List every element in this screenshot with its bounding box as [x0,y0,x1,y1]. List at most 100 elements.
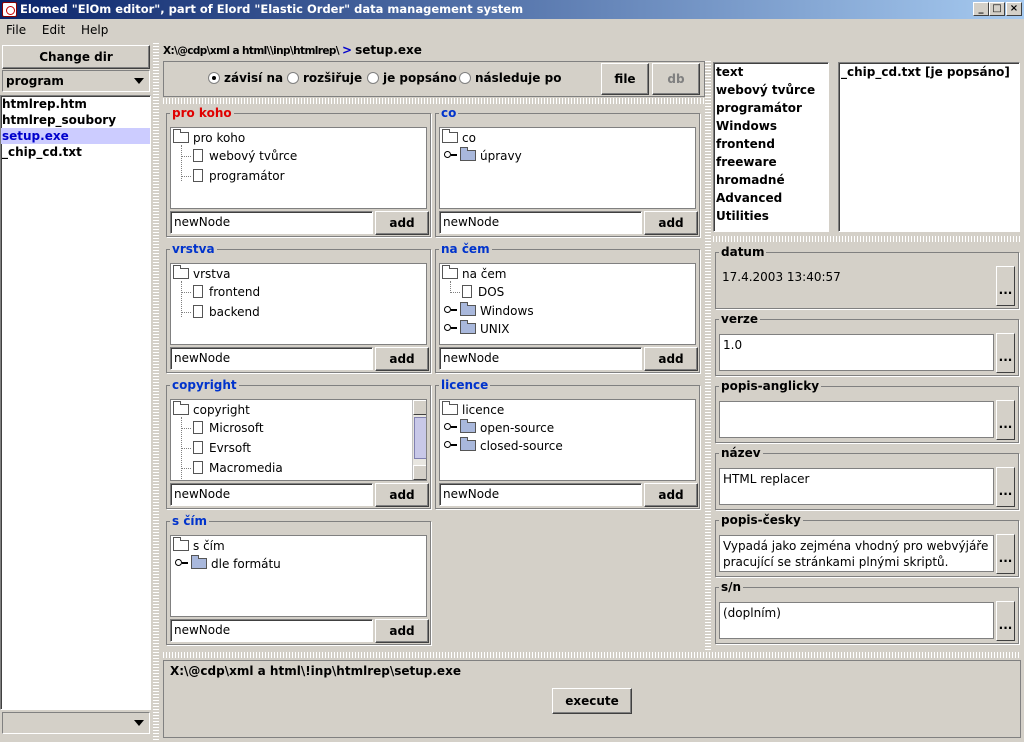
add-button[interactable]: add [375,619,429,643]
tag-item[interactable]: text [714,63,828,81]
edit-button[interactable]: ... [996,467,1015,507]
edit-button[interactable]: ... [996,601,1015,641]
tree-root[interactable]: co [442,129,476,147]
left-splitter[interactable] [153,42,159,740]
tag-item[interactable]: webový tvůrce [714,81,828,99]
expand-key-icon[interactable] [444,151,457,159]
tree-root[interactable]: na čem [442,265,506,283]
category-combo[interactable]: program [2,70,150,92]
tree[interactable]: licence open-source closed-source [439,399,696,481]
new-node-input[interactable]: newNode [170,347,373,370]
execute-button[interactable]: execute [552,688,632,714]
add-button[interactable]: add [375,211,429,235]
relation-splitter[interactable] [163,98,705,104]
tree-node[interactable]: open-source [444,419,554,437]
expand-key-icon[interactable] [444,423,457,431]
tree-node[interactable]: DOS [462,283,504,301]
right-splitter[interactable] [713,236,1021,242]
file-item-chip-cd[interactable]: _chip_cd.txt [1,144,150,160]
add-button[interactable]: add [375,483,429,507]
field-value[interactable] [719,401,994,438]
tree[interactable]: na čem DOS Windows UNIX [439,263,696,345]
tree-node[interactable]: UNIX [444,320,510,338]
tree-root[interactable]: copyright [173,401,250,419]
new-node-input[interactable]: newNode [170,483,373,506]
bottom-combo[interactable] [2,712,150,734]
field-value[interactable]: 1.0 [719,334,994,371]
tree-root[interactable]: s čím [173,537,225,555]
menu-edit[interactable]: Edit [36,19,71,41]
new-node-input[interactable]: newNode [439,483,642,506]
tree[interactable]: s čím dle formátu [170,535,427,617]
menu-file[interactable]: File [0,19,32,41]
radio-icon[interactable] [208,72,220,84]
tag-item[interactable]: hromadné [714,171,828,189]
add-button[interactable]: add [644,211,698,235]
new-node-input[interactable]: newNode [170,211,373,234]
radio-icon[interactable] [459,72,471,84]
new-node-input[interactable]: newNode [439,347,642,370]
radio-je-popsano[interactable]: je popsáno [367,71,457,85]
file-item-setup-exe[interactable]: setup.exe [1,128,150,144]
tag-item[interactable]: Advanced Utilities [714,189,828,223]
tree-node[interactable]: backend [193,303,260,321]
tree-node[interactable]: Windows [444,302,534,320]
add-button[interactable]: add [375,347,429,371]
vertical-scrollbar[interactable] [412,400,426,480]
tree-node[interactable]: Microsoft [193,419,264,437]
edit-button[interactable]: ... [996,400,1015,440]
radio-icon[interactable] [367,72,379,84]
tree-node[interactable]: frontend [193,283,260,301]
tree-node[interactable]: úpravy [444,147,522,165]
expand-key-icon[interactable] [444,324,457,332]
radio-zavisi[interactable]: závisí na [208,71,283,85]
new-node-input[interactable]: newNode [439,211,642,234]
radio-nasleduje[interactable]: následuje po [459,71,561,85]
tag-item[interactable]: frontend [714,135,828,153]
expand-key-icon[interactable] [444,306,457,314]
db-button[interactable]: db [652,63,700,95]
scroll-up-icon[interactable] [413,400,426,415]
radio-icon[interactable] [287,72,299,84]
file-item-htmlrep-soubory[interactable]: htmlrep_soubory [1,112,150,128]
tag-item[interactable]: programátor [714,99,828,117]
minimize-button[interactable]: _ [973,2,989,16]
scroll-thumb[interactable] [414,417,426,459]
file-item-htmlrep-htm[interactable]: htmlrep.htm [1,96,150,112]
middle-splitter[interactable] [705,60,711,650]
add-button[interactable]: add [644,483,698,507]
tree[interactable]: co úpravy [439,127,696,209]
field-value[interactable]: HTML replacer [719,468,994,505]
tree-node[interactable]: Macromedia [193,459,283,477]
edit-button[interactable]: ... [996,266,1015,306]
new-node-input[interactable]: newNode [170,619,373,642]
scroll-down-icon[interactable] [413,465,426,480]
edit-button[interactable]: ... [996,534,1015,574]
chevron-down-icon[interactable] [134,78,144,84]
tree-node[interactable]: closed-source [444,437,563,455]
tree-node[interactable]: dle formátu [175,555,281,573]
tree-root[interactable]: licence [442,401,504,419]
tree[interactable]: copyright Microsoft Evrsoft Macromedia [170,399,427,481]
tree-node[interactable]: webový tvůrce [193,147,297,165]
menu-help[interactable]: Help [75,19,114,41]
maximize-button[interactable]: □ [989,2,1005,16]
relation-item[interactable]: _chip_cd.txt [je popsáno] [839,63,1019,81]
field-value[interactable]: Vypadá jako zejména vhodný pro webvýjáře… [719,535,994,572]
change-dir-button[interactable]: Change dir [2,45,150,69]
tree[interactable]: pro koho webový tvůrce programátor [170,127,427,209]
tree-node[interactable]: programátor [193,167,285,185]
tag-item[interactable]: Windows [714,117,828,135]
edit-button[interactable]: ... [996,333,1015,373]
radio-rozsiruje[interactable]: rozšiřuje [287,71,362,85]
field-value[interactable]: (doplním) [719,602,994,639]
bottom-splitter[interactable] [163,652,1021,658]
expand-key-icon[interactable] [444,441,457,449]
add-button[interactable]: add [644,347,698,371]
file-button[interactable]: file [601,63,649,95]
tree-root[interactable]: pro koho [173,129,245,147]
tree[interactable]: vrstva frontend backend [170,263,427,345]
tag-item[interactable]: freeware [714,153,828,171]
tree-node[interactable]: Evrsoft [193,439,251,457]
expand-key-icon[interactable] [175,559,188,567]
